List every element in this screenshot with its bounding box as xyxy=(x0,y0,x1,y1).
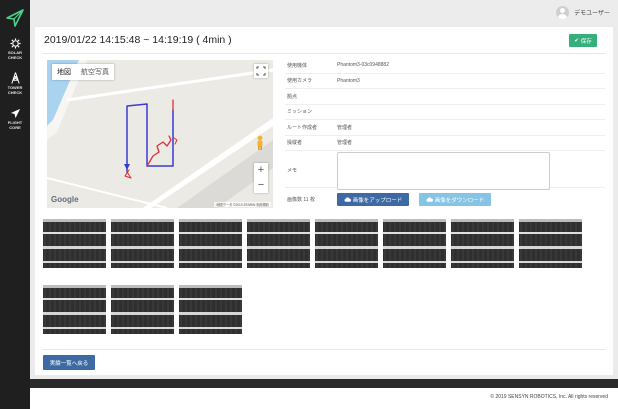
info-key: 拠点 xyxy=(287,93,298,100)
airplane-icon xyxy=(10,108,20,119)
info-value: 管理者 xyxy=(337,140,353,147)
image-thumbnail[interactable] xyxy=(43,219,106,268)
info-value: Phantom3 xyxy=(337,77,360,84)
info-value: 管理者 xyxy=(337,124,353,131)
image-thumbnail[interactable] xyxy=(179,285,242,334)
info-key: 使用カメラ xyxy=(287,78,313,85)
info-row-camera: 使用カメラ Phantom3 xyxy=(285,74,605,89)
cloud-upload-icon xyxy=(344,197,351,202)
image-thumbnail[interactable] xyxy=(247,219,310,268)
check-icon: ✔ xyxy=(574,37,579,44)
image-count-row: 画像数 11 枚 画像をアップロード 画像をダウンロード xyxy=(285,193,605,206)
divider xyxy=(43,349,605,350)
flight-detail-card: 2019/01/22 14:15:48 ~ 14:19:19 ( 4min ) … xyxy=(35,27,613,375)
download-images-button[interactable]: 画像をダウンロード xyxy=(419,193,491,206)
info-key: ミッション xyxy=(287,109,313,116)
save-button-label: 保存 xyxy=(580,38,592,45)
download-images-label: 画像をダウンロード xyxy=(434,197,485,204)
user-menu[interactable]: デモユーザー xyxy=(556,6,610,19)
user-name: デモユーザー xyxy=(574,11,610,17)
google-logo: Google xyxy=(51,195,79,204)
info-row-route-author: ルート作成者 管理者 xyxy=(285,120,605,136)
info-key: ルート作成者 xyxy=(287,124,318,131)
fullscreen-button[interactable] xyxy=(254,64,268,78)
zoom-control: + − xyxy=(254,163,268,193)
memo-label: メモ xyxy=(287,168,298,174)
upload-images-label: 画像をアップロード xyxy=(352,197,403,204)
map-background xyxy=(47,60,273,208)
street-view-icon[interactable] xyxy=(255,135,265,151)
info-row-pilot: 操縦者 管理者 xyxy=(285,136,605,151)
save-button[interactable]: ✔ 保存 xyxy=(569,34,597,47)
sidebar-item-label: TOWER CHECK xyxy=(7,85,23,95)
map-type-toggle: 地図 航空写真 xyxy=(52,64,114,80)
sidebar-item-tower-check[interactable]: TOWER CHECK xyxy=(0,72,30,95)
info-row-base: 拠点 xyxy=(285,89,605,105)
upload-images-button[interactable]: 画像をアップロード xyxy=(337,193,409,206)
info-row-mission: ミッション xyxy=(285,105,605,120)
back-to-list-button[interactable]: 実績一覧へ戻る xyxy=(43,355,95,370)
sidebar-item-solar-check[interactable]: SOLAR CHECK xyxy=(0,38,30,60)
image-thumbnail[interactable] xyxy=(451,219,514,268)
cloud-download-icon xyxy=(426,197,433,202)
sidebar: SOLAR CHECK TOWER CHECK FLIGHT CORE xyxy=(0,0,30,409)
image-count-label: 画像数 11 枚 xyxy=(287,197,315,203)
copyright: © 2019 SENSYN ROBOTICS, Inc. All rights … xyxy=(490,394,608,400)
sidebar-item-label: FLIGHT CORE xyxy=(7,120,23,130)
tab-map[interactable]: 地図 xyxy=(52,64,76,80)
info-key: 使用機体 xyxy=(287,62,308,69)
flight-info-table: 使用機体 Phantom3-03c0948882 使用カメラ Phantom3 … xyxy=(285,58,605,206)
image-thumbnail[interactable] xyxy=(111,285,174,334)
info-row-aircraft: 使用機体 Phantom3-03c0948882 xyxy=(285,58,605,74)
tower-icon xyxy=(10,72,20,84)
footer-bar xyxy=(30,379,618,388)
info-row-memo: メモ xyxy=(285,151,605,190)
footer: © 2019 SENSYN ROBOTICS, Inc. All rights … xyxy=(30,388,618,409)
image-thumbnail[interactable] xyxy=(519,219,582,268)
zoom-in-button[interactable]: + xyxy=(254,163,268,178)
image-thumbnail[interactable] xyxy=(383,219,446,268)
memo-textarea[interactable] xyxy=(337,152,550,190)
image-thumbnail[interactable] xyxy=(315,219,378,268)
info-key: 操縦者 xyxy=(287,140,303,147)
sidebar-item-flight-core[interactable]: FLIGHT CORE xyxy=(0,108,30,130)
sun-gear-icon xyxy=(9,38,21,49)
page-title: 2019/01/22 14:15:48 ~ 14:19:19 ( 4min ) xyxy=(44,34,232,46)
image-thumbnail[interactable] xyxy=(111,219,174,268)
image-thumbnail[interactable] xyxy=(179,219,242,268)
info-value: Phantom3-03c0948882 xyxy=(337,62,389,69)
map-attribution[interactable]: 地図データ ©2019 ZENRIN 利用規約 xyxy=(214,202,271,207)
flight-map[interactable]: 地図 航空写真 + − Google 地図データ ©2019 ZENRIN 利用… xyxy=(47,60,273,208)
image-thumbnail[interactable] xyxy=(43,285,106,334)
divider xyxy=(43,53,605,54)
logo-icon[interactable] xyxy=(5,8,25,28)
top-bar: デモユーザー xyxy=(30,0,618,26)
zoom-out-button[interactable]: − xyxy=(254,178,268,193)
fullscreen-icon xyxy=(256,66,266,76)
sidebar-item-label: SOLAR CHECK xyxy=(7,50,23,60)
avatar xyxy=(556,6,570,19)
tab-aerial[interactable]: 航空写真 xyxy=(76,64,114,80)
